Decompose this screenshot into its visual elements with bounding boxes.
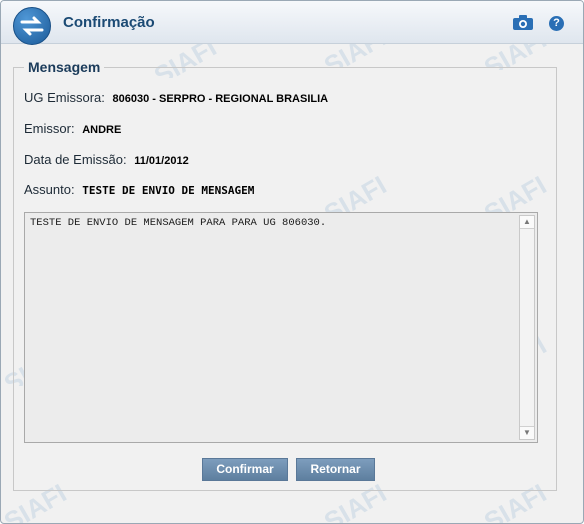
ug-emissora-row: UG Emissora: 806030 - SERPRO - REGIONAL …	[24, 90, 328, 105]
textarea-scrollbar[interactable]: ▲ ▼	[519, 215, 535, 440]
camera-icon[interactable]	[513, 15, 533, 30]
message-body-textarea[interactable]: TESTE DE ENVIO DE MENSAGEM PARA PARA UG …	[24, 212, 538, 443]
message-legend: Mensagem	[28, 59, 101, 75]
ug-emissora-value: 806030 - SERPRO - REGIONAL BRASILIA	[112, 93, 329, 105]
help-icon[interactable]: ?	[549, 16, 564, 31]
title-bar: Confirmação ?	[1, 1, 583, 45]
assunto-value: TESTE DE ENVIO DE MENSAGEM	[82, 184, 255, 197]
assunto-label: Assunto:	[24, 182, 75, 197]
data-emissao-label: Data de Emissão:	[24, 152, 127, 167]
data-emissao-value: 11/01/2012	[134, 155, 189, 167]
ug-emissora-label: UG Emissora:	[24, 90, 105, 105]
window-title: Confirmação	[63, 14, 155, 31]
emissor-label: Emissor:	[24, 121, 75, 136]
data-emissao-row: Data de Emissão: 11/01/2012	[24, 152, 189, 167]
siafi-logo-icon	[13, 7, 51, 45]
assunto-row: Assunto: TESTE DE ENVIO DE MENSAGEM	[24, 182, 254, 197]
scroll-down-icon[interactable]: ▼	[520, 426, 534, 439]
scroll-up-icon[interactable]: ▲	[520, 216, 534, 229]
back-button[interactable]: Retornar	[296, 458, 375, 481]
emissor-value: ANDRE	[82, 124, 122, 136]
confirmation-window: SIAFI SIAFI SIAFI SIAFI SIAFI SIAFI SIAF…	[0, 0, 584, 524]
emissor-row: Emissor: ANDRE	[24, 121, 121, 136]
confirm-button[interactable]: Confirmar	[202, 458, 288, 481]
message-body-text: TESTE DE ENVIO DE MENSAGEM PARA PARA UG …	[30, 217, 327, 229]
